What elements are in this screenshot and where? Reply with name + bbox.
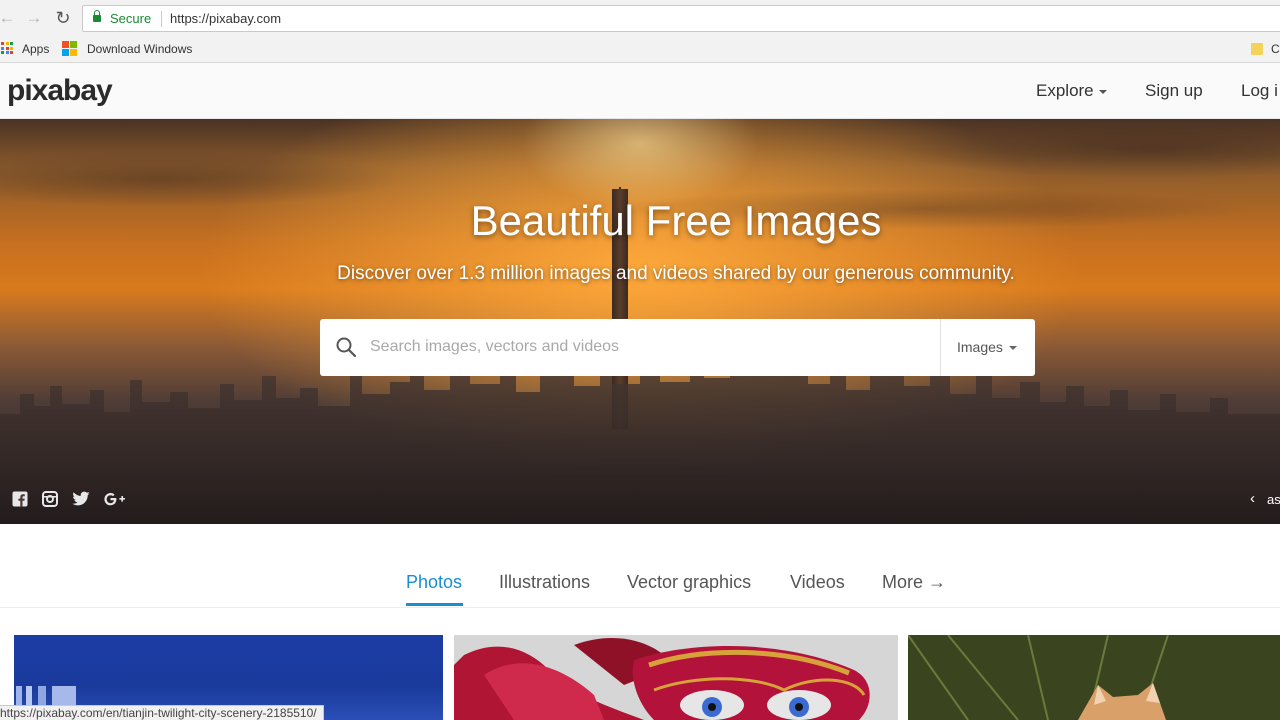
url-text[interactable]: https://pixabay.com (170, 11, 281, 26)
chevron-left-icon[interactable]: ‹ (1250, 490, 1255, 507)
tab-more[interactable]: More → (882, 572, 946, 593)
hero-subtitle: Discover over 1.3 million images and vid… (337, 263, 1015, 284)
signup-link[interactable]: Sign up (1145, 81, 1203, 101)
folder-icon (1251, 43, 1263, 55)
lock-icon (93, 10, 101, 23)
carnival-mask-image (454, 635, 898, 720)
bookmark-download-windows[interactable]: Download Windows (87, 42, 192, 56)
active-tab-indicator (406, 603, 463, 606)
address-divider (161, 11, 162, 27)
back-arrow-icon[interactable]: ← (0, 9, 16, 27)
image-thumbnail[interactable] (908, 635, 1280, 720)
instagram-icon[interactable] (42, 491, 60, 507)
image-thumbnail[interactable] (454, 635, 898, 720)
address-bar[interactable]: Secure https://pixabay.com (82, 5, 1280, 32)
status-bar-url: https://pixabay.com/en/tianjin-twilight-… (0, 705, 324, 720)
forward-arrow-icon[interactable]: → (25, 9, 43, 27)
bookmark-other[interactable]: C (1271, 42, 1280, 56)
apps-grid-icon[interactable] (1, 42, 13, 54)
google-plus-icon[interactable] (104, 491, 125, 507)
media-tabs: Photos Illustrations Vector graphics Vid… (0, 524, 1280, 608)
tab-photos[interactable]: Photos (406, 572, 462, 593)
explore-menu[interactable]: Explore (1036, 81, 1107, 101)
search-input[interactable] (370, 332, 930, 362)
search-bar: Images (320, 319, 1035, 376)
search-type-label: Images (957, 339, 1003, 355)
explore-label: Explore (1036, 81, 1094, 100)
tab-illustrations[interactable]: Illustrations (499, 572, 590, 593)
site-header: pixabay Explore Sign up Log i (0, 63, 1280, 119)
facebook-icon[interactable] (12, 491, 30, 507)
kitten-image (908, 635, 1280, 720)
reload-icon[interactable]: ↻ (54, 9, 72, 27)
windows-logo-icon (62, 41, 77, 56)
hero-title: Beautiful Free Images (470, 197, 882, 244)
bookmarks-bar: Apps Download Windows C (0, 36, 1280, 63)
bookmark-apps[interactable]: Apps (22, 42, 49, 56)
pixabay-logo[interactable]: pixabay (7, 74, 113, 108)
tab-vector-graphics[interactable]: Vector graphics (627, 572, 751, 593)
caret-down-icon (1098, 89, 1107, 94)
search-type-dropdown[interactable]: Images (940, 319, 1035, 376)
search-icon (336, 337, 356, 357)
hero-banner: Beautiful Free Images Discover over 1.3 … (0, 119, 1280, 524)
hero-credit[interactable]: as (1267, 492, 1280, 507)
tab-videos[interactable]: Videos (790, 572, 845, 593)
browser-toolbar: ← → ↻ Secure https://pixabay.com (0, 0, 1280, 36)
twitter-icon[interactable] (72, 491, 90, 507)
login-link[interactable]: Log i (1241, 81, 1278, 101)
caret-down-icon (1009, 346, 1017, 350)
secure-label: Secure (110, 11, 152, 26)
